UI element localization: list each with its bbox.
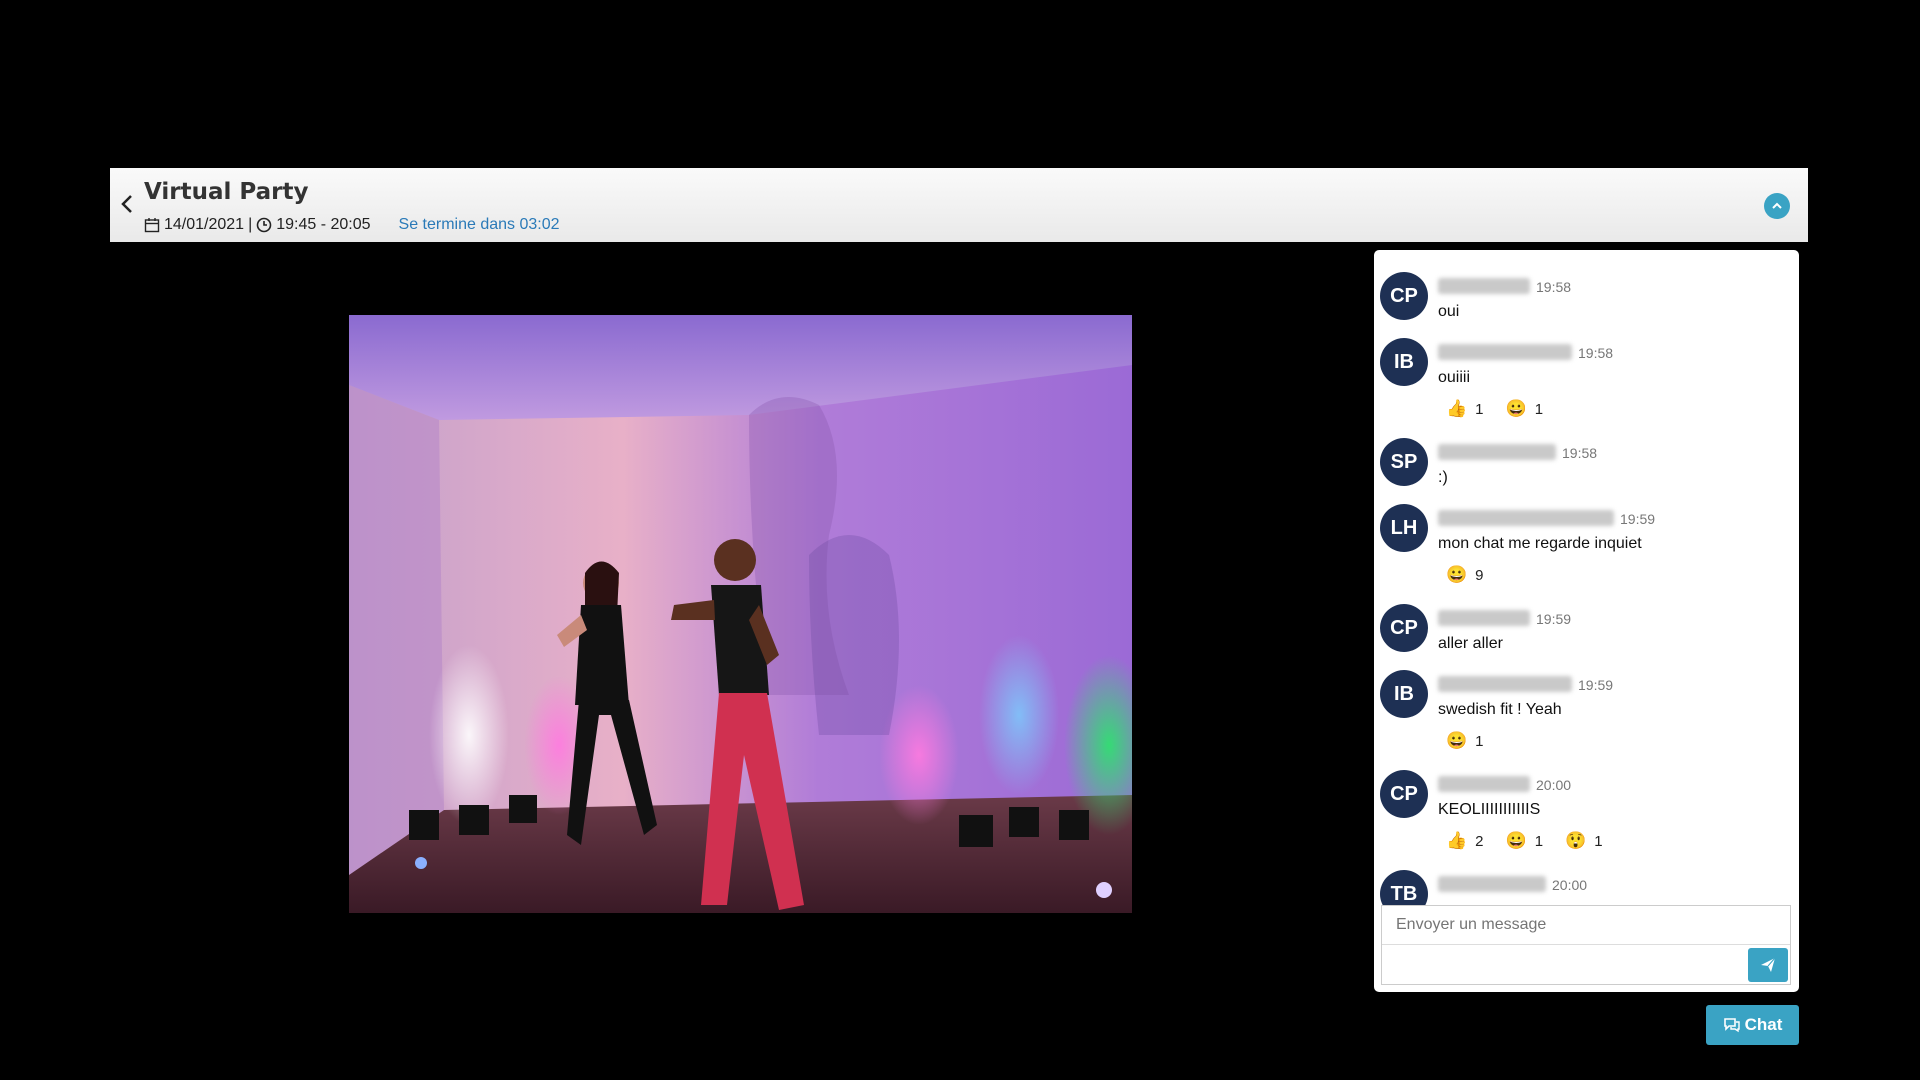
thumbs-up-icon: 👍 — [1446, 831, 1468, 850]
message-time: 19:58 — [1536, 279, 1572, 295]
message-text: aller aller — [1438, 635, 1503, 652]
message-composer — [1381, 905, 1791, 985]
author-name-blurred — [1438, 610, 1530, 626]
reaction-count: 1 — [1475, 732, 1484, 750]
message-time: 19:58 — [1578, 345, 1614, 361]
avatar: IB — [1380, 338, 1428, 386]
chevron-up-icon — [1772, 202, 1782, 209]
meta-separator: | — [248, 216, 253, 233]
reaction-grin[interactable]: 😀 9 — [1446, 565, 1484, 585]
message-time: 20:00 — [1552, 877, 1588, 893]
author-name-blurred — [1438, 444, 1556, 460]
message-text: ouiiii — [1438, 369, 1471, 386]
reaction-count: 1 — [1594, 832, 1603, 850]
reaction-thumbs-up[interactable]: 👍 2 — [1446, 831, 1484, 851]
author-name-blurred — [1438, 676, 1572, 692]
reaction-count: 1 — [1534, 400, 1544, 418]
composer-divider — [1382, 944, 1790, 945]
avatar: LH — [1380, 504, 1428, 552]
comments-icon — [1723, 1018, 1740, 1033]
reaction-count: 1 — [1475, 400, 1484, 418]
message-text: swedish fit ! Yeah — [1438, 701, 1562, 718]
grin-icon: 😀 — [1446, 731, 1468, 750]
grin-icon: 😀 — [1446, 565, 1468, 584]
reaction-count: 9 — [1475, 566, 1484, 584]
collapse-header-button[interactable] — [1764, 193, 1790, 219]
message-text: oui — [1438, 303, 1460, 320]
chat-panel: CP 19:58 oui IB 19:58 ouiiii 👍 1 😀 1 SP 19… — [1374, 250, 1799, 992]
author-name-blurred — [1438, 278, 1530, 294]
reaction-list: 😀 9 — [1446, 565, 1506, 585]
author-name-blurred — [1438, 344, 1572, 360]
author-name-blurred — [1438, 876, 1546, 892]
party-video-frame — [349, 315, 1132, 913]
reaction-list: 👍 1 😀 1 — [1446, 399, 1565, 419]
reaction-list: 😀 1 — [1446, 731, 1506, 751]
message-time: 19:59 — [1536, 611, 1572, 627]
message-time: 19:58 — [1562, 445, 1598, 461]
video-stream — [349, 315, 1132, 913]
avatar: CP — [1380, 770, 1428, 818]
calendar-icon — [144, 217, 160, 233]
avatar: SP — [1380, 438, 1428, 486]
message-input[interactable] — [1382, 906, 1790, 944]
reaction-list: 👍 2 😀 1 😲 1 — [1446, 831, 1625, 851]
chat-message-list[interactable]: CP 19:58 oui IB 19:58 ouiiii 👍 1 😀 1 SP 19… — [1374, 260, 1799, 905]
reaction-count: 2 — [1475, 832, 1484, 850]
chat-toggle-button[interactable]: Chat — [1706, 1005, 1799, 1045]
avatar: CP — [1380, 604, 1428, 652]
message-time: 19:59 — [1620, 511, 1656, 527]
event-title: Virtual Party — [144, 179, 309, 205]
event-date: 14/01/2021 — [164, 216, 245, 233]
message-time: 19:59 — [1578, 677, 1614, 693]
message-text: mon chat me regarde inquiet — [1438, 535, 1642, 552]
reaction-count: 1 — [1534, 832, 1544, 850]
message-text: :) — [1438, 469, 1448, 486]
thumbs-up-icon: 👍 — [1446, 399, 1468, 418]
grin-icon: 😀 — [1505, 399, 1527, 418]
back-chevron-icon[interactable] — [116, 192, 140, 216]
event-countdown: Se termine dans 03:02 — [398, 216, 560, 233]
reaction-grin[interactable]: 😀 1 — [1506, 831, 1544, 851]
event-meta: 14/01/2021 | 19:45 - 20:05 Se termine da… — [144, 216, 560, 234]
paper-plane-icon — [1761, 957, 1776, 972]
chat-toggle-label: Chat — [1744, 1015, 1783, 1034]
reaction-thumbs-up[interactable]: 👍 1 — [1446, 399, 1484, 419]
author-name-blurred — [1438, 510, 1614, 526]
reaction-grin[interactable]: 😀 1 — [1446, 731, 1484, 751]
reaction-surprised[interactable]: 😲 1 — [1565, 831, 1603, 851]
message-text: KEOLIIIIIIIIIIIS — [1438, 801, 1541, 818]
surprised-icon: 😲 — [1565, 831, 1587, 850]
avatar: IB — [1380, 670, 1428, 718]
message-time: 20:00 — [1536, 777, 1572, 793]
avatar: CP — [1380, 272, 1428, 320]
avatar: TB — [1380, 870, 1428, 905]
send-button[interactable] — [1748, 948, 1788, 982]
grin-icon: 😀 — [1505, 831, 1527, 850]
event-header: Virtual Party 14/01/2021 | 19:45 - 20:05… — [110, 168, 1808, 242]
author-name-blurred — [1438, 776, 1530, 792]
clock-icon — [256, 217, 272, 233]
event-time-range: 19:45 - 20:05 — [276, 216, 371, 233]
reaction-grin[interactable]: 😀 1 — [1506, 399, 1544, 419]
